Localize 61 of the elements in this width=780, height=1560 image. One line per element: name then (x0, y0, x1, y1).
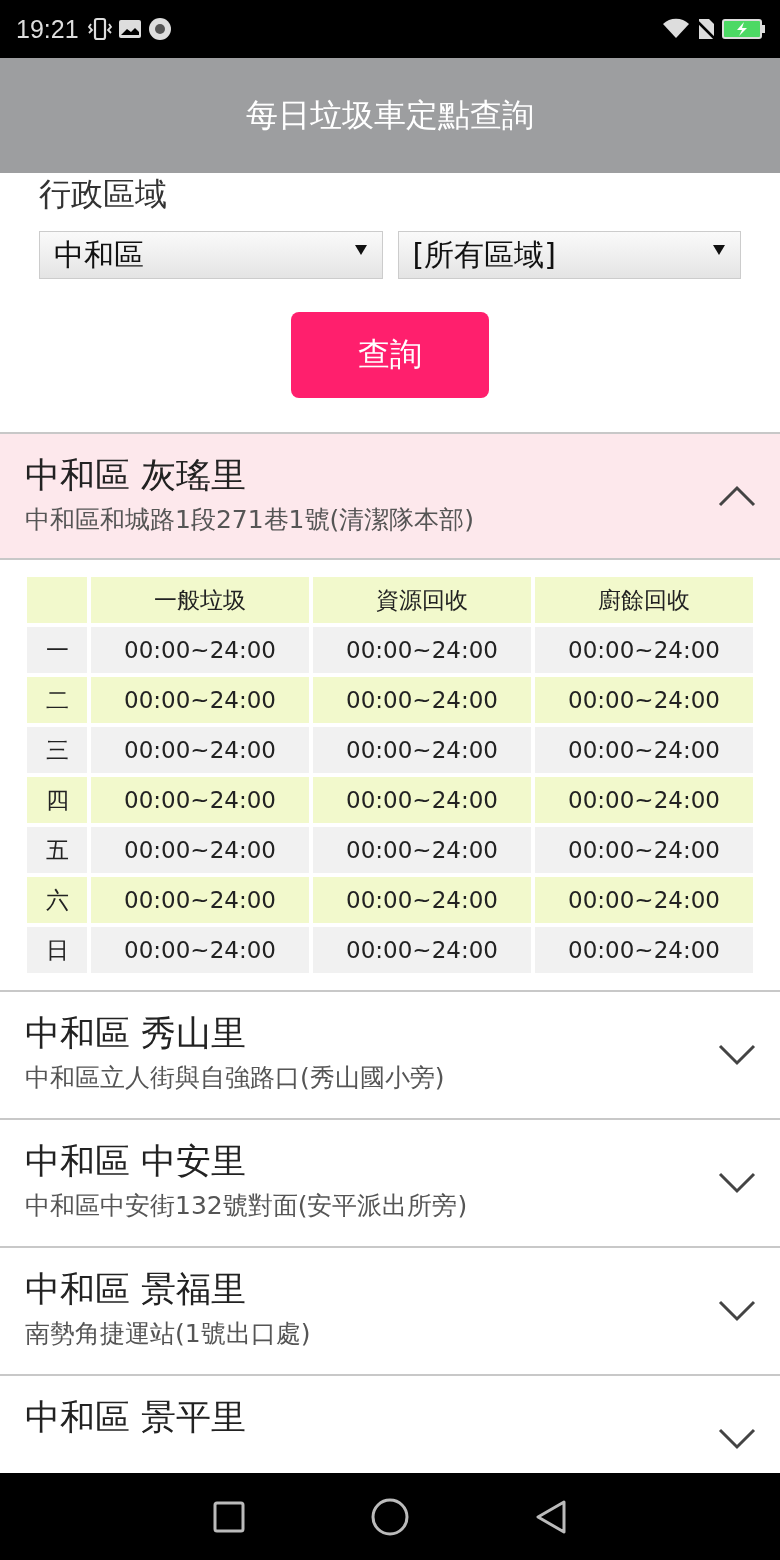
dropdown[interactable]: 中和區 (39, 231, 383, 279)
time-cell: 00:00~24:00 (535, 677, 753, 723)
time-cell: 00:00~24:00 (313, 777, 531, 823)
app-title: 每日垃圾車定點查詢 (246, 94, 534, 136)
table-corner (27, 577, 87, 623)
day-cell: 三 (27, 727, 87, 773)
time-cell: 00:00~24:00 (313, 927, 531, 973)
dropdown[interactable]: [所有區域] (397, 231, 741, 279)
day-cell: 六 (27, 877, 87, 923)
time-cell: 00:00~24:00 (535, 927, 753, 973)
location-title: 中和區 秀山里 (25, 1014, 247, 1053)
time-cell: 00:00~24:00 (535, 777, 753, 823)
location-title: 中和區 景平里 (25, 1398, 247, 1437)
day-cell: 日 (27, 927, 87, 973)
time-cell: 00:00~24:00 (91, 827, 309, 873)
clock-time: 19:21 (16, 14, 79, 44)
location-address: 中和區和城路1段271巷1號(清潔隊本部) (25, 503, 475, 536)
column-header: 資源回收 (313, 577, 531, 623)
time-cell: 00:00~24:00 (313, 677, 531, 723)
chevron-down-icon (718, 1428, 756, 1450)
search-button[interactable]: 查詢 (291, 312, 489, 398)
time-cell: 00:00~24:00 (535, 827, 753, 873)
day-cell: 五 (27, 827, 87, 873)
time-cell: 00:00~24:00 (91, 627, 309, 673)
time-cell: 00:00~24:00 (91, 927, 309, 973)
caret-icon (712, 244, 726, 256)
record-icon (146, 16, 173, 42)
district-label: 行政區域 (39, 174, 167, 215)
chevron-up-icon (718, 485, 756, 507)
time-cell: 00:00~24:00 (535, 727, 753, 773)
caret-icon (353, 244, 368, 256)
time-cell: 00:00~24:00 (313, 627, 531, 673)
location-address: 中和區中安街132號對面(安平派出所旁) (25, 1189, 468, 1222)
location-item[interactable]: 中和區 灰瑤里 中和區和城路1段271巷1號(清潔隊本部) (0, 434, 780, 560)
time-cell: 00:00~24:00 (313, 727, 531, 773)
recents-icon[interactable] (212, 1499, 246, 1534)
time-cell: 00:00~24:00 (535, 877, 753, 923)
chevron-down-icon (718, 1172, 756, 1194)
location-title: 中和區 中安里 (25, 1142, 247, 1181)
chevron-down-icon (718, 1044, 756, 1066)
battery-charging-icon (722, 16, 766, 42)
time-cell: 00:00~24:00 (91, 677, 309, 723)
time-cell: 00:00~24:00 (313, 877, 531, 923)
location-address: 南勢角捷運站(1號出口處) (25, 1317, 311, 1350)
time-cell: 00:00~24:00 (91, 777, 309, 823)
location-title: 中和區 景福里 (25, 1270, 247, 1309)
time-cell: 00:00~24:00 (91, 877, 309, 923)
day-cell: 四 (27, 777, 87, 823)
time-cell: 00:00~24:00 (313, 827, 531, 873)
time-cell: 00:00~24:00 (91, 727, 309, 773)
day-cell: 一 (27, 627, 87, 673)
back-icon[interactable] (534, 1498, 568, 1535)
column-header: 廚餘回收 (535, 577, 753, 623)
chevron-down-icon (718, 1300, 756, 1322)
vibrate-icon (86, 16, 113, 42)
day-cell: 二 (27, 677, 87, 723)
home-icon[interactable] (370, 1496, 410, 1537)
column-header: 一般垃圾 (91, 577, 309, 623)
time-cell: 00:00~24:00 (535, 627, 753, 673)
location-title: 中和區 灰瑤里 (25, 456, 247, 495)
location-address: 中和區立人街與自強路口(秀山國小旁) (25, 1061, 445, 1094)
